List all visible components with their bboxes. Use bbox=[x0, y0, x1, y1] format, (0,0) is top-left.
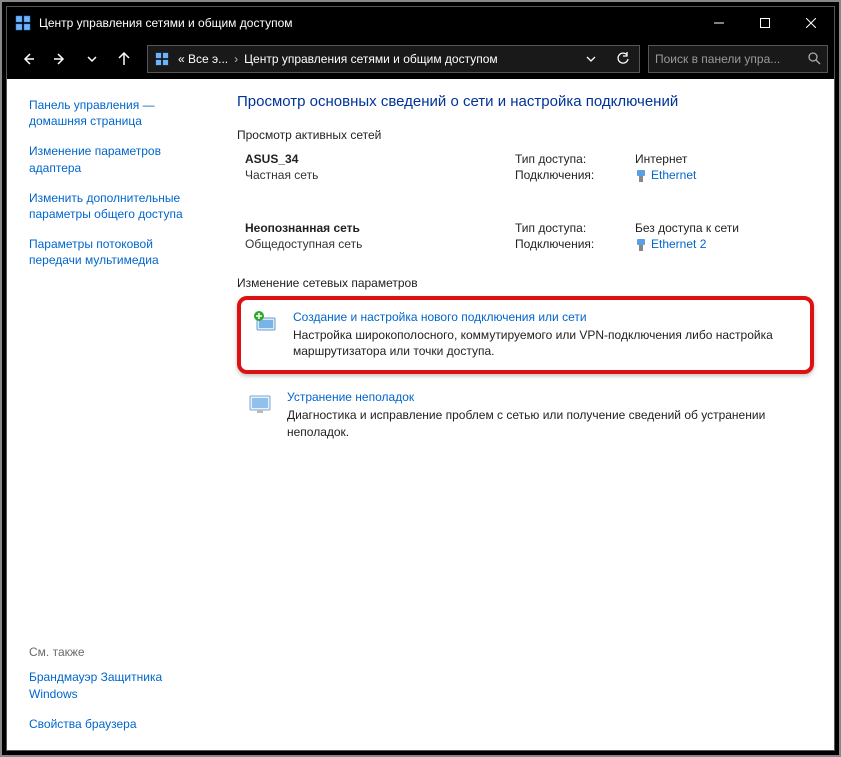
recent-dropdown[interactable] bbox=[77, 44, 107, 74]
ethernet-icon bbox=[635, 238, 647, 252]
back-button[interactable] bbox=[13, 44, 43, 74]
access-label: Тип доступа: bbox=[515, 152, 635, 166]
close-button[interactable] bbox=[788, 7, 834, 39]
access-value: Без доступа к сети bbox=[635, 221, 739, 235]
address-separator-icon: › bbox=[230, 52, 242, 66]
task-desc: Диагностика и исправление проблем с сеть… bbox=[287, 407, 804, 441]
page-title: Просмотр основных сведений о сети и наст… bbox=[237, 93, 814, 110]
active-networks-group: Просмотр активных сетей ASUS_34 Частная … bbox=[237, 128, 814, 258]
sidebar-link-sharing[interactable]: Изменить дополнительные параметры общего… bbox=[29, 190, 195, 222]
conn-label: Подключения: bbox=[515, 237, 635, 252]
network-row: ASUS_34 Частная сеть Тип доступа: Интерн… bbox=[237, 142, 814, 189]
troubleshoot-icon bbox=[247, 390, 275, 418]
app-icon bbox=[15, 15, 31, 31]
conn-link[interactable]: Ethernet bbox=[635, 168, 696, 182]
access-label: Тип доступа: bbox=[515, 221, 635, 235]
address-segment-2[interactable]: Центр управления сетями и общим доступом bbox=[242, 52, 500, 66]
network-name: ASUS_34 bbox=[245, 152, 515, 166]
task-desc: Настройка широкополосного, коммутируемог… bbox=[293, 327, 798, 361]
address-segment-1[interactable]: « Все э... bbox=[176, 52, 230, 66]
network-type: Частная сеть bbox=[245, 168, 515, 182]
refresh-button[interactable] bbox=[607, 46, 639, 72]
content: Панель управления — домашняя страница Из… bbox=[7, 79, 834, 750]
conn-label: Подключения: bbox=[515, 168, 635, 183]
network-type: Общедоступная сеть bbox=[245, 237, 515, 251]
address-bar[interactable]: « Все э... › Центр управления сетями и о… bbox=[147, 45, 640, 73]
conn-link[interactable]: Ethernet 2 bbox=[635, 237, 706, 251]
network-name: Неопознанная сеть bbox=[245, 221, 515, 235]
window: Центр управления сетями и общим доступом bbox=[6, 6, 835, 751]
change-settings-label: Изменение сетевых параметров bbox=[237, 276, 426, 290]
new-connection-icon bbox=[253, 310, 281, 338]
sidebar-link-media[interactable]: Параметры потоковой передачи мультимедиа bbox=[29, 236, 195, 268]
network-row: Неопознанная сеть Общедоступная сеть Тип… bbox=[237, 211, 814, 258]
titlebar: Центр управления сетями и общим доступом bbox=[7, 7, 834, 39]
task-new-connection[interactable]: Создание и настройка нового подключения … bbox=[237, 296, 814, 375]
task-troubleshoot[interactable]: Устранение неполадок Диагностика и испра… bbox=[237, 382, 814, 449]
search-input[interactable]: Поиск в панели упра... bbox=[648, 45, 828, 73]
minimize-button[interactable] bbox=[696, 7, 742, 39]
search-placeholder: Поиск в панели упра... bbox=[655, 52, 807, 66]
see-also-label: См. также bbox=[29, 645, 195, 659]
sidebar-link-browser[interactable]: Свойства браузера bbox=[29, 716, 195, 732]
window-title: Центр управления сетями и общим доступом bbox=[39, 16, 696, 30]
search-icon bbox=[807, 51, 821, 68]
access-value: Интернет bbox=[635, 152, 687, 166]
up-button[interactable] bbox=[109, 44, 139, 74]
maximize-button[interactable] bbox=[742, 7, 788, 39]
active-networks-label: Просмотр активных сетей bbox=[237, 128, 389, 142]
sidebar-link-home[interactable]: Панель управления — домашняя страница bbox=[29, 97, 195, 129]
sidebar-link-firewall[interactable]: Брандмауэр Защитника Windows bbox=[29, 669, 195, 701]
main: Просмотр основных сведений о сети и наст… bbox=[207, 79, 834, 750]
navbar: « Все э... › Центр управления сетями и о… bbox=[7, 39, 834, 79]
change-settings-group: Изменение сетевых параметров bbox=[237, 276, 814, 449]
task-title[interactable]: Устранение неполадок bbox=[287, 390, 804, 404]
address-icon bbox=[154, 51, 170, 67]
address-dropdown[interactable] bbox=[575, 46, 607, 72]
sidebar-link-adapter[interactable]: Изменение параметров адаптера bbox=[29, 143, 195, 175]
ethernet-icon bbox=[635, 169, 647, 183]
task-title[interactable]: Создание и настройка нового подключения … bbox=[293, 310, 798, 324]
forward-button[interactable] bbox=[45, 44, 75, 74]
sidebar: Панель управления — домашняя страница Из… bbox=[7, 79, 207, 750]
